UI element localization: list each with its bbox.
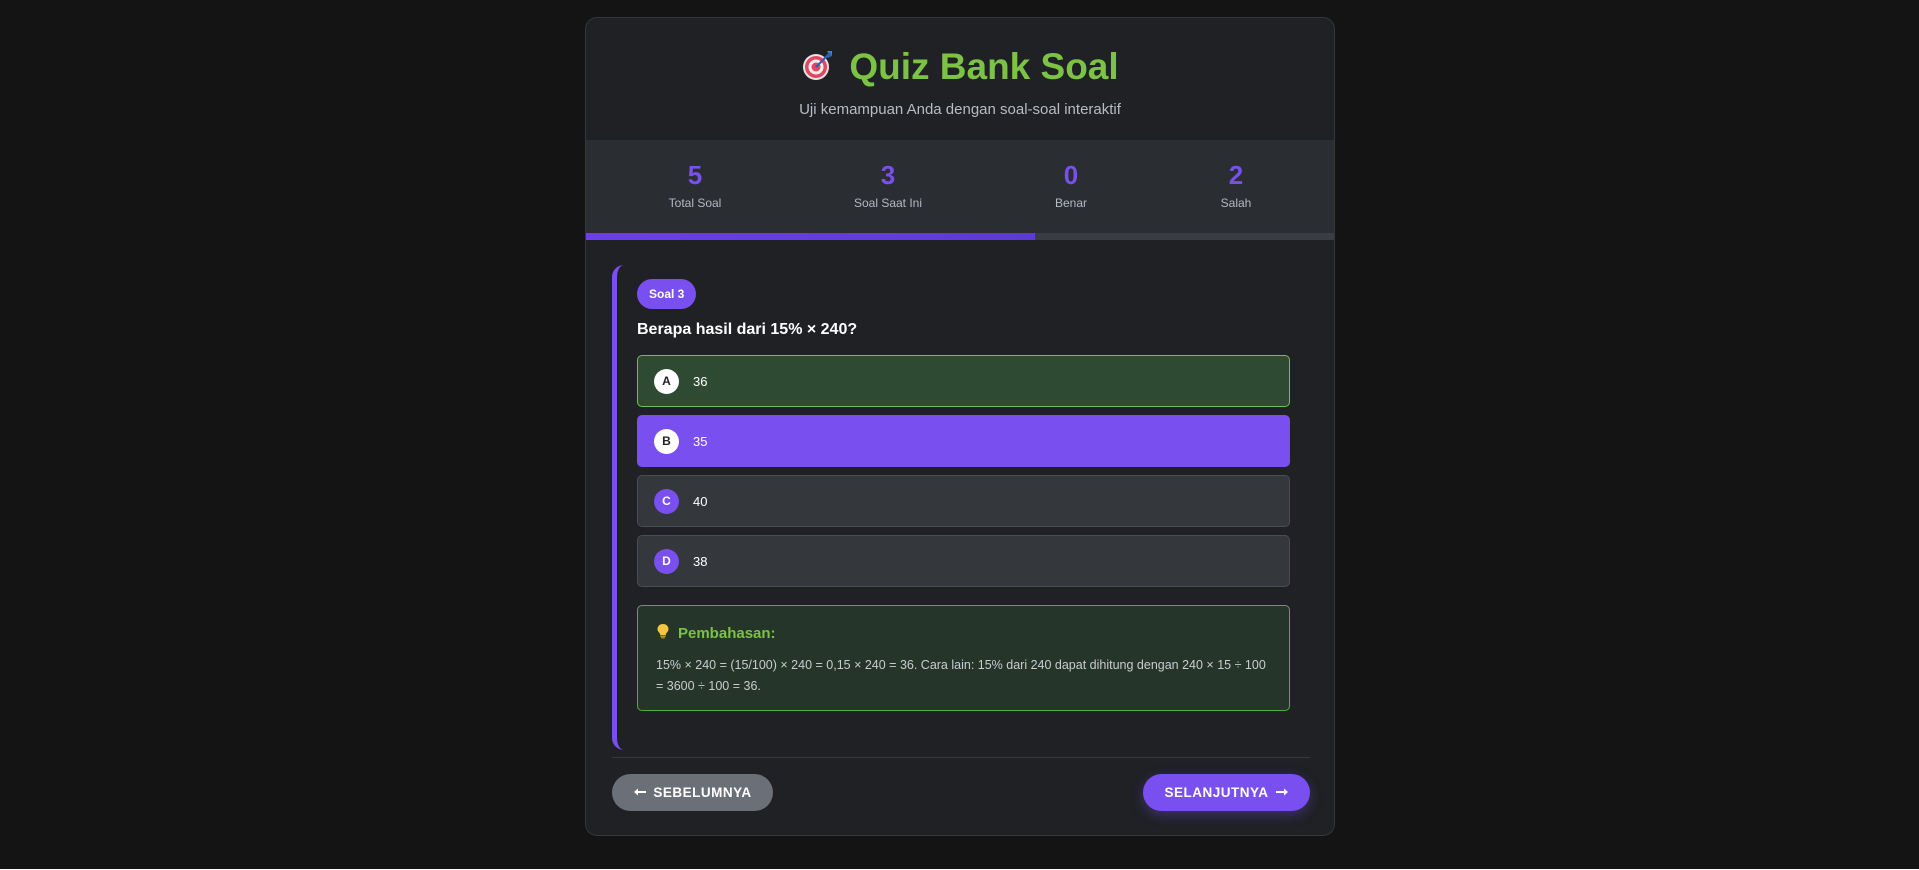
explanation-title: Pembahasan: xyxy=(678,624,776,642)
stat-current-question: 3 Soal Saat Ini xyxy=(808,160,968,210)
page-title: Quiz Bank Soal xyxy=(586,46,1334,88)
question-number-badge: Soal 3 xyxy=(637,279,697,309)
progress-fill xyxy=(586,233,1035,240)
question-panel: Soal 3 Berapa hasil dari 15% × 240? A 36… xyxy=(612,265,1310,750)
option-letter: D xyxy=(654,548,679,574)
lightbulb-icon xyxy=(656,623,670,643)
stat-label: Soal Saat Ini xyxy=(853,196,923,210)
app-subtitle: Uji kemampuan Anda dengan soal-soal inte… xyxy=(799,101,1121,118)
explanation-box: Pembahasan: 15% × 240 = (15/100) × 240 =… xyxy=(637,605,1290,711)
next-button[interactable]: SELANJUTNYA xyxy=(1143,774,1310,811)
stat-label: Total Soal xyxy=(668,196,722,210)
previous-button[interactable]: SEBELUMNYA xyxy=(612,774,773,811)
stat-label: Benar xyxy=(1054,196,1088,210)
option-text: 38 xyxy=(693,553,708,569)
option-letter: B xyxy=(654,428,679,454)
quiz-card: Quiz Bank Soal Uji kemampuan Anda dengan… xyxy=(585,17,1335,836)
stats-bar: 5 Total Soal 3 Soal Saat Ini 0 Benar 2 S… xyxy=(586,140,1334,240)
option-c[interactable]: C 40 xyxy=(637,475,1290,527)
progress-bar xyxy=(586,233,1334,240)
option-letter: A xyxy=(654,368,679,394)
app-title: Quiz Bank Soal xyxy=(849,46,1119,87)
question-text: Berapa hasil dari 15% × 240? xyxy=(637,321,858,338)
quiz-header: Quiz Bank Soal Uji kemampuan Anda dengan… xyxy=(586,18,1334,140)
option-text: 35 xyxy=(693,433,708,449)
stat-correct: 0 Benar xyxy=(991,160,1151,210)
option-b[interactable]: B 35 xyxy=(637,415,1290,467)
stat-label: Salah xyxy=(1220,196,1252,210)
next-button-label: SELANJUTNYA xyxy=(1164,785,1269,800)
option-text: 40 xyxy=(693,493,708,509)
option-text: 36 xyxy=(693,373,708,389)
arrow-right-icon xyxy=(1275,785,1289,800)
explanation-text: 15% × 240 = (15/100) × 240 = 0,15 × 240 … xyxy=(656,658,1266,693)
target-icon xyxy=(801,48,835,87)
footer-divider xyxy=(612,757,1310,758)
option-d[interactable]: D 38 xyxy=(637,535,1290,587)
stat-value: 2 xyxy=(1228,160,1244,190)
stat-value: 0 xyxy=(1063,160,1079,190)
option-letter: C xyxy=(654,488,679,514)
stat-total-questions: 5 Total Soal xyxy=(615,160,775,210)
stat-value: 5 xyxy=(687,160,703,190)
stat-wrong: 2 Salah xyxy=(1156,160,1316,210)
stat-value: 3 xyxy=(880,160,896,190)
arrow-left-icon xyxy=(633,785,647,800)
previous-button-label: SEBELUMNYA xyxy=(653,785,752,800)
explanation-heading: Pembahasan: xyxy=(656,623,1271,643)
option-a[interactable]: A 36 xyxy=(637,355,1290,407)
